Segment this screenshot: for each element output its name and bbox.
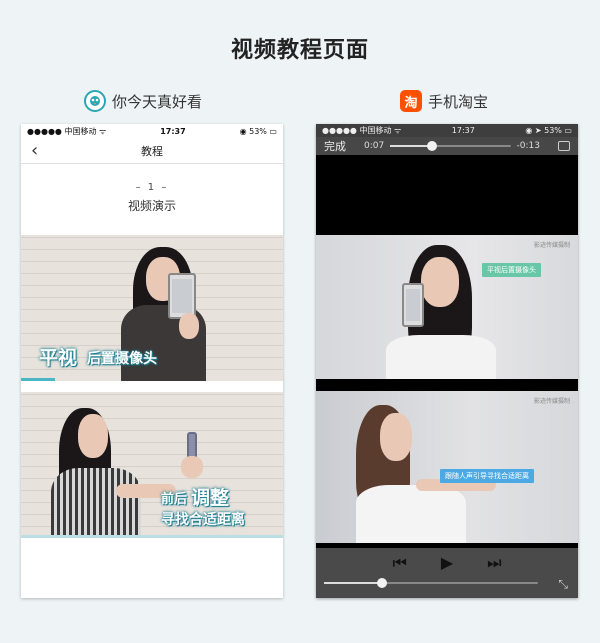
person-body <box>386 335 496 379</box>
person-body <box>356 485 466 543</box>
frame2-caption-big: 调整 <box>191 487 230 509</box>
carrier-text: ●●●●● 中国移动 ᯤ <box>27 126 107 136</box>
remaining-time: -0:13 <box>516 141 540 151</box>
person-face <box>78 414 108 458</box>
back-arrow-icon[interactable]: ‹ <box>31 140 38 161</box>
frame2-progress-bar <box>21 535 283 538</box>
exit-fullscreen-icon[interactable]: ⤡ <box>558 577 568 592</box>
person-face <box>421 257 459 307</box>
time-text: 17:37 <box>160 126 186 136</box>
demo-video-frame-1[interactable]: 平视 后置摄像头 <box>21 235 283 381</box>
held-phone-icon <box>402 283 424 327</box>
nav-title: 教程 <box>141 144 163 158</box>
frame2-caption-small: 前后 <box>161 492 188 507</box>
status-bar: ●●●●● 中国移动 ᯤ 17:37 ◉ 53% ▭ <box>21 124 283 138</box>
video-clip-2: 影迹传媒摄制 跟随人声引导寻找合适距离 <box>316 391 578 543</box>
frame1-progress-bar <box>21 378 55 381</box>
elapsed-time: 0:07 <box>364 141 385 151</box>
instruction-tag-2: 跟随人声引导寻找合适距离 <box>440 469 534 483</box>
next-icon[interactable]: ⏭ <box>487 554 501 572</box>
page-title: 视频教程页面 <box>230 38 369 63</box>
frame1-caption-small: 后置摄像头 <box>87 351 157 367</box>
previous-icon[interactable]: ⏮ <box>392 554 406 572</box>
watermark: 影迹传媒摄制 <box>533 398 570 405</box>
volume-slider[interactable] <box>324 578 538 588</box>
person-face <box>380 413 412 461</box>
left-app-name: 你今天真好看 <box>112 92 203 111</box>
seek-knob[interactable] <box>427 141 438 151</box>
demo-video-frame-2[interactable]: 前后 调整 寻找合适距离 <box>21 392 283 538</box>
person-body <box>51 468 141 538</box>
play-icon[interactable]: ▶ <box>441 554 453 572</box>
frame1-caption-big: 平视 <box>39 347 78 369</box>
left-app-label: 你今天真好看 <box>84 90 202 112</box>
left-phone-screen: ●●●●● 中国移动 ᯤ 17:37 ◉ 53% ▭ ‹ 教程 – 1 – 视频… <box>21 124 283 598</box>
seek-slider[interactable] <box>390 141 511 151</box>
time-text: 17:37 <box>451 126 475 135</box>
video-clip-1: 影迹传媒摄制 平视后置摄像头 <box>316 235 578 379</box>
right-phone-screen: ●●●●● 中国移动 ᯤ 17:37 ◉ ➤ 53% ▭ 完成 0:07 -0:… <box>316 124 578 598</box>
player-top-bar: 完成 0:07 -0:13 <box>316 137 578 155</box>
step-number: – 1 – <box>135 182 169 193</box>
bird-app-icon <box>84 90 106 112</box>
battery-text: ◉ 53% ▭ <box>239 126 277 136</box>
held-phone-icon <box>168 273 196 319</box>
right-app-label: 淘 手机淘宝 <box>400 90 488 112</box>
step-title: 视频演示 <box>127 199 176 213</box>
taobao-app-icon: 淘 <box>400 90 422 112</box>
player-controls: ⏮ ▶ ⏭ ⤡ <box>316 548 578 598</box>
instruction-tag-1: 平视后置摄像头 <box>482 263 541 277</box>
right-app-name: 手机淘宝 <box>428 92 489 111</box>
volume-knob[interactable] <box>376 578 387 588</box>
carrier-text: ●●●●● 中国移动 ᯤ <box>322 126 402 135</box>
status-bar: ●●●●● 中国移动 ᯤ 17:37 ◉ ➤ 53% ▭ <box>316 124 578 137</box>
video-area[interactable]: 影迹传媒摄制 平视后置摄像头 影迹传媒摄制 跟随人声引导寻找合适距离 <box>316 155 578 548</box>
airplay-icon[interactable] <box>558 141 570 151</box>
frame2-caption-line2: 寻找合适距离 <box>161 512 245 528</box>
person-hand <box>179 313 199 339</box>
person-hand <box>181 456 203 478</box>
battery-text: ◉ ➤ 53% ▭ <box>525 126 572 135</box>
done-button[interactable]: 完成 <box>324 138 346 154</box>
watermark: 影迹传媒摄制 <box>533 242 570 249</box>
nav-bar: ‹ 教程 <box>21 138 283 164</box>
